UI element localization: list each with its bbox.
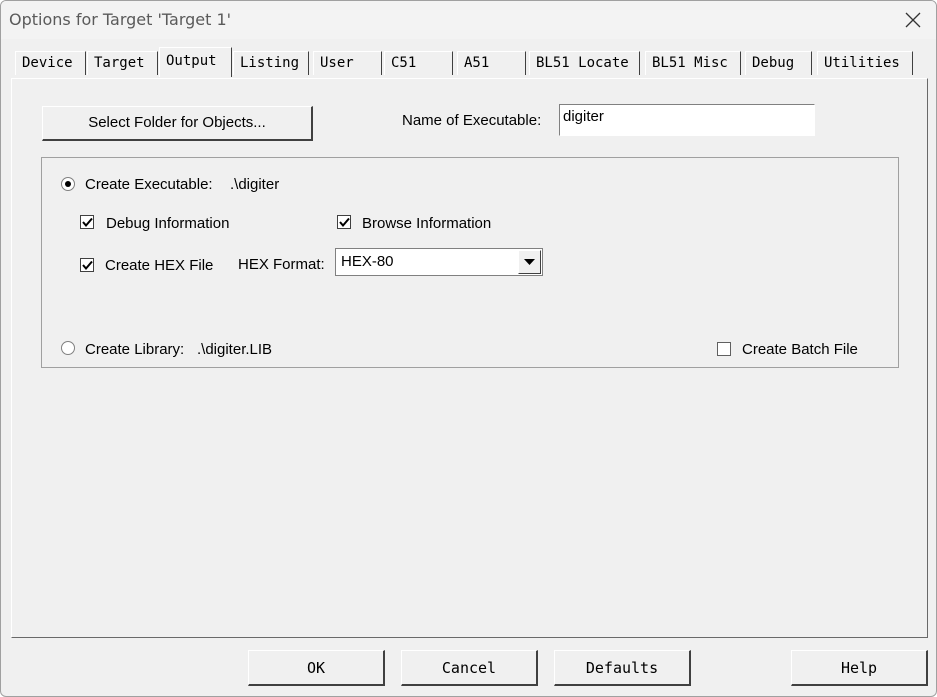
tab-utilities[interactable]: Utilities — [817, 51, 913, 75]
executable-name-input[interactable]: digiter — [559, 104, 815, 136]
hex-format-value: HEX-80 — [341, 253, 394, 270]
options-dialog: Options for Target 'Target 1' Device Tar… — [0, 0, 937, 697]
debug-information-label: Debug Information — [106, 215, 230, 232]
library-path: .\digiter.LIB — [197, 341, 273, 358]
ok-button[interactable]: OK — [248, 650, 385, 686]
defaults-button[interactable]: Defaults — [554, 650, 691, 686]
radio-selected-dot — [65, 181, 71, 187]
tab-output[interactable]: Output — [159, 47, 232, 77]
create-executable-radio[interactable] — [61, 177, 75, 191]
tab-target[interactable]: Target — [87, 51, 158, 75]
executable-path: .\digiter — [230, 176, 280, 193]
create-batch-file-checkbox[interactable] — [717, 342, 731, 356]
checkmark-icon — [82, 260, 93, 271]
tab-c51[interactable]: C51 — [384, 51, 453, 75]
create-executable-label: Create Executable: — [85, 176, 213, 193]
create-hex-file-label: Create HEX File — [105, 257, 214, 274]
title-bar: Options for Target 'Target 1' — [1, 1, 936, 39]
tab-listing[interactable]: Listing — [233, 51, 309, 75]
hex-format-label: HEX Format: — [238, 256, 325, 273]
chevron-down-icon — [524, 259, 535, 265]
close-button[interactable] — [890, 1, 936, 39]
browse-information-label: Browse Information — [362, 215, 492, 232]
cancel-button[interactable]: Cancel — [401, 650, 538, 686]
checkmark-icon — [339, 217, 350, 228]
window-title: Options for Target 'Target 1' — [9, 10, 232, 29]
create-batch-file-label: Create Batch File — [742, 341, 858, 358]
select-folder-button[interactable]: Select Folder for Objects... — [42, 106, 313, 141]
create-hex-file-checkbox[interactable] — [80, 258, 94, 272]
debug-information-checkbox[interactable] — [80, 215, 94, 229]
browse-information-checkbox[interactable] — [337, 215, 351, 229]
create-library-radio[interactable] — [61, 341, 75, 355]
help-button[interactable]: Help — [791, 650, 928, 686]
tab-bl51-locate[interactable]: BL51 Locate — [529, 51, 640, 75]
checkmark-icon — [82, 217, 93, 228]
hex-format-select[interactable]: HEX-80 — [335, 248, 543, 276]
name-of-executable-label: Name of Executable: — [402, 112, 542, 129]
tab-a51[interactable]: A51 — [457, 51, 526, 75]
close-icon — [905, 12, 921, 28]
tab-debug[interactable]: Debug — [745, 51, 812, 75]
tab-bl51-misc[interactable]: BL51 Misc — [645, 51, 741, 75]
create-library-label: Create Library: — [85, 341, 185, 358]
dropdown-button[interactable] — [518, 250, 541, 274]
tab-bar: Device Target Output Listing User C51 A5… — [1, 47, 936, 79]
tab-device[interactable]: Device — [15, 51, 86, 75]
tab-user[interactable]: User — [313, 51, 382, 75]
